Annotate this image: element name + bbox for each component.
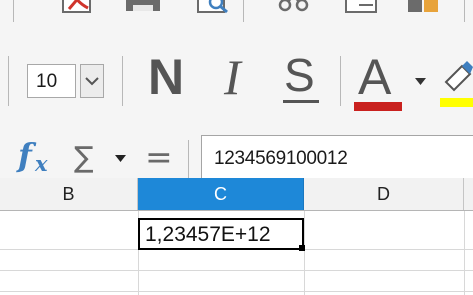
chevron-down-icon [85, 77, 99, 86]
toolbar-separator [13, 0, 14, 22]
cut-icon[interactable] [276, 0, 312, 14]
paste-icon[interactable] [405, 0, 441, 14]
grid-column-line [304, 211, 305, 295]
italic-button[interactable]: I [222, 49, 252, 110]
strikethrough-button[interactable]: S [283, 49, 319, 112]
toolbar-separator [243, 0, 244, 22]
grid-row-line [0, 270, 473, 271]
toolbar-separator [464, 0, 465, 22]
sigma-icon[interactable]: ∑ [74, 140, 94, 174]
print-icon[interactable] [124, 0, 162, 14]
strikethrough-icon: S [284, 49, 315, 101]
font-size-combobox[interactable]: 10 [27, 64, 76, 98]
font-size-value: 10 [36, 71, 58, 92]
bold-icon: N [148, 49, 185, 105]
print-preview-icon[interactable] [196, 0, 232, 14]
active-cell-c[interactable]: 1,23457E+12 [138, 218, 304, 250]
toolbar-separator [340, 56, 341, 106]
toolbar-separator [8, 56, 9, 106]
highlight-color-button[interactable] [440, 58, 473, 118]
sum-dropdown-icon[interactable] [115, 155, 127, 163]
column-header-c[interactable]: C [138, 178, 304, 210]
highlighter-icon [440, 61, 473, 107]
font-color-icon: A [358, 49, 392, 105]
font-color-dropdown-icon[interactable] [415, 78, 427, 86]
toolbar-separator [122, 56, 123, 106]
bold-button[interactable]: N [145, 49, 187, 110]
formula-input[interactable]: 1234569100012 [201, 135, 473, 182]
copy-icon[interactable] [343, 0, 381, 14]
spreadsheet-grid[interactable]: 1,23457E+12 [0, 211, 473, 295]
font-color-button[interactable]: A [352, 49, 404, 118]
formula-input-value: 1234569100012 [214, 148, 348, 169]
export-pdf-icon[interactable] [60, 0, 96, 14]
grid-row-line [0, 291, 473, 292]
active-cell-value: 1,23457E+12 [145, 223, 271, 246]
italic-icon: I [224, 49, 241, 105]
fx-icon: f [18, 136, 32, 174]
column-header-d[interactable]: D [304, 178, 464, 210]
font-size-dropdown-button[interactable] [80, 64, 104, 98]
column-header-e[interactable] [464, 178, 473, 210]
formula-equals-icon[interactable]: = [145, 137, 173, 176]
toolbar-separator [188, 140, 189, 178]
grid-column-line [464, 211, 465, 295]
formatting-toolbar: 10 N I S A [0, 38, 473, 130]
column-headers: B C D [0, 178, 473, 211]
underline-bar [283, 100, 319, 103]
fx-icon-x: x [35, 151, 48, 176]
column-header-b[interactable]: B [0, 178, 138, 210]
standard-toolbar [0, 0, 473, 38]
fill-handle[interactable] [299, 245, 305, 251]
font-color-swatch [354, 102, 402, 111]
